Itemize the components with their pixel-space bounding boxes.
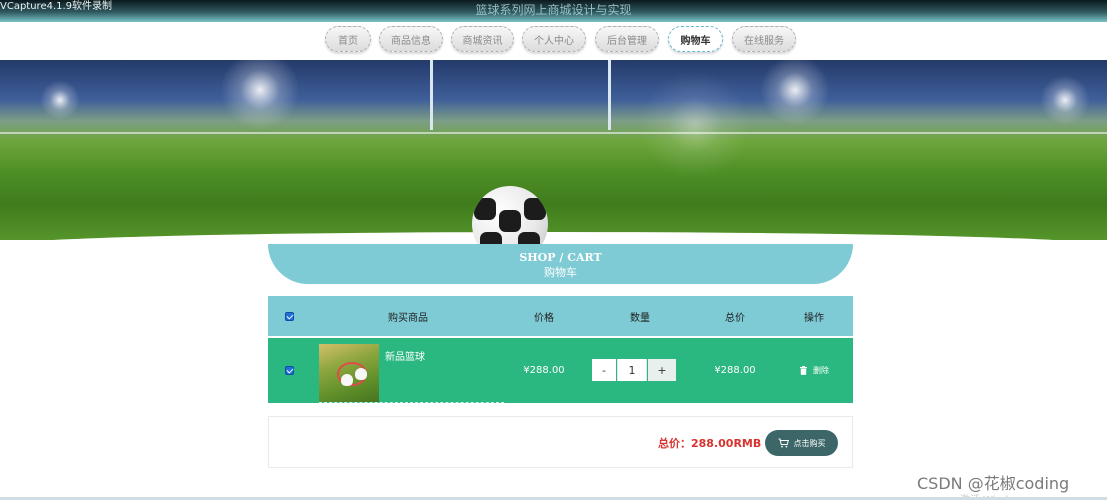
stadium-light xyxy=(640,70,750,180)
plus-label: + xyxy=(657,363,667,377)
delete-label: 删除 xyxy=(813,365,829,375)
cart-header: SHOP / CART 购物车 xyxy=(268,244,853,284)
nav-item-cart[interactable]: 购物车 xyxy=(668,26,723,52)
grand-total: 总价：288.00RMB xyxy=(658,437,762,450)
checkbox-checked-icon xyxy=(284,311,294,321)
main-nav: 首页 商品信息 商城资讯 个人中心 后台管理 购物车 在线服务 xyxy=(0,24,1107,58)
goal-post-left xyxy=(430,60,433,130)
nav-item-home[interactable]: 首页 xyxy=(325,26,371,52)
trash-icon xyxy=(800,365,807,375)
cart-table: 购买商品 价格 数量 总价 操作 新品篮球 ¥288.00 - 1 + ¥288… xyxy=(268,296,853,403)
stadium-light xyxy=(220,60,300,130)
stadium-light xyxy=(760,60,830,125)
window-title-strip: VCapture4.1.9软件录制 篮球系列网上商城设计与实现 xyxy=(0,0,1107,22)
item-price: ¥288.00 xyxy=(523,364,565,376)
nav-item-admin[interactable]: 后台管理 xyxy=(595,26,659,52)
column-total: 总价 xyxy=(725,312,745,324)
shuttlecock-shape xyxy=(355,368,367,380)
goal-post-right xyxy=(608,60,611,130)
stadium-light xyxy=(1040,75,1090,125)
delete-button[interactable]: 删除 xyxy=(794,360,834,380)
row-divider xyxy=(319,402,504,403)
cart-table-header: 购买商品 价格 数量 总价 操作 xyxy=(268,296,853,336)
quantity-input[interactable]: 1 xyxy=(617,359,647,381)
site-title: 篮球系列网上商城设计与实现 xyxy=(475,3,632,17)
checkbox-checked-icon xyxy=(284,365,294,375)
nav-item-online-service[interactable]: 在线服务 xyxy=(732,26,796,52)
shuttlecock-shape xyxy=(341,374,353,386)
quantity-increase-button[interactable]: + xyxy=(648,359,676,381)
cart-icon xyxy=(778,438,789,448)
banner-torn-edge xyxy=(0,232,1107,240)
column-action: 操作 xyxy=(804,312,824,324)
product-image[interactable] xyxy=(319,344,379,402)
stadium-banner xyxy=(0,60,1107,240)
cart-summary-bar: 总价：288.00RMB 点击购买 xyxy=(268,416,853,468)
product-name[interactable]: 新品篮球 xyxy=(385,347,445,363)
buy-label: 点击购买 xyxy=(793,438,826,448)
column-quantity: 数量 xyxy=(630,312,650,324)
item-total: ¥288.00 xyxy=(714,364,756,376)
item-checkbox[interactable] xyxy=(280,360,298,380)
cart-title-en: SHOP / CART xyxy=(519,251,602,264)
column-product: 购买商品 xyxy=(388,312,428,324)
select-all-checkbox[interactable] xyxy=(280,296,298,336)
ball-patch xyxy=(474,198,496,220)
column-price: 价格 xyxy=(534,312,554,324)
nav-item-personal-center[interactable]: 个人中心 xyxy=(522,26,586,52)
cart-title-cn: 购物车 xyxy=(544,266,577,279)
buy-button[interactable]: 点击购买 xyxy=(765,430,838,456)
stadium-light xyxy=(40,80,80,120)
quantity-decrease-button[interactable]: - xyxy=(592,359,616,381)
ball-patch xyxy=(499,210,521,232)
nav-item-products[interactable]: 商品信息 xyxy=(379,26,443,52)
ball-patch xyxy=(524,198,546,220)
nav-item-news[interactable]: 商城资讯 xyxy=(451,26,514,52)
cart-item-row: 新品篮球 ¥288.00 - 1 + ¥288.00 删除 xyxy=(268,338,853,403)
field-line xyxy=(0,132,1107,134)
